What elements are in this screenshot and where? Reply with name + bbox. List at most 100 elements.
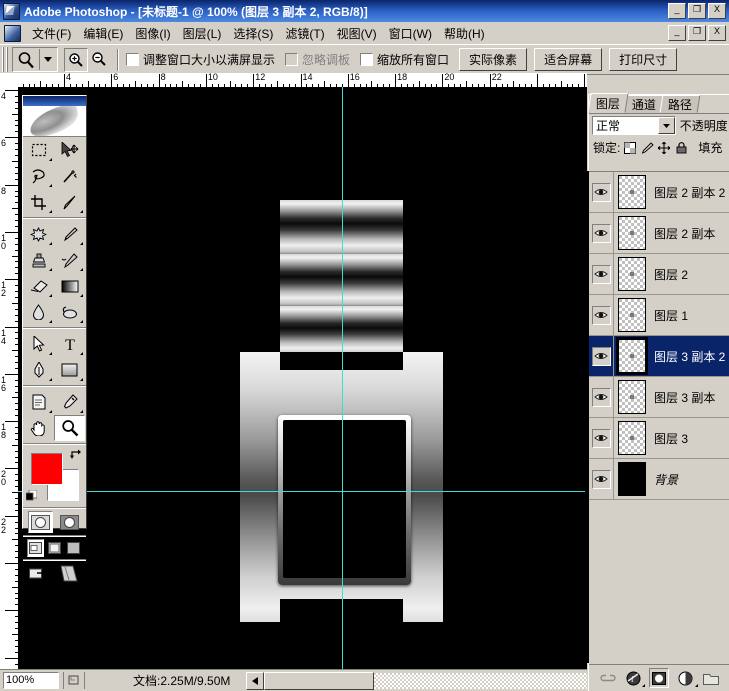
- toolbox-title-bar[interactable]: [23, 96, 86, 106]
- zoom-all-windows-checkbox[interactable]: 缩放所有窗口: [360, 51, 449, 68]
- menu-image[interactable]: 图像(I): [129, 23, 176, 44]
- minimize-button[interactable]: _: [668, 3, 686, 19]
- eye-icon[interactable]: [591, 428, 611, 448]
- resize-windows-to-fit-checkbox[interactable]: 调整窗口大小以满屏显示: [126, 51, 275, 68]
- resize-grip-icon[interactable]: [63, 671, 85, 689]
- slice-tool[interactable]: [54, 189, 85, 215]
- standard-mask-mode-button[interactable]: [27, 511, 53, 533]
- layer-thumbnail[interactable]: [618, 175, 646, 209]
- eyedropper-tool[interactable]: [54, 389, 85, 415]
- blur-tool[interactable]: [23, 299, 54, 325]
- layer-thumbnail[interactable]: [618, 257, 646, 291]
- menu-select[interactable]: 选择(S): [227, 23, 279, 44]
- marquee-tool[interactable]: [23, 137, 54, 163]
- zoom-tool[interactable]: [54, 415, 85, 441]
- fit-on-screen-button[interactable]: 适合屏幕: [534, 48, 603, 71]
- layer-row[interactable]: 背景: [589, 459, 729, 500]
- doc-minimize-button[interactable]: _: [668, 25, 686, 41]
- doc-restore-button[interactable]: ❐: [688, 25, 706, 41]
- link-layers-button[interactable]: [599, 669, 617, 687]
- default-colors-icon[interactable]: [25, 489, 38, 501]
- layer-list[interactable]: 图层 2 副本 2 图层 2 副本 图层 2 图层 1 图层 3 副本 2 图层 3 副本…: [589, 171, 729, 663]
- scrollbar-thumb[interactable]: [264, 672, 374, 690]
- canvas-area[interactable]: [18, 87, 587, 670]
- layer-row[interactable]: 图层 2 副本 2: [589, 172, 729, 213]
- menu-help[interactable]: 帮助(H): [438, 23, 491, 44]
- menu-edit[interactable]: 编辑(E): [77, 23, 129, 44]
- standard-screen-mode-button[interactable]: [27, 539, 44, 557]
- ignore-palettes-checkbox[interactable]: 忽略调板: [285, 51, 350, 68]
- document-icon[interactable]: [4, 24, 21, 42]
- lock-all-icon[interactable]: [674, 141, 688, 155]
- type-tool[interactable]: T: [54, 331, 85, 357]
- tab-channels[interactable]: 通道: [623, 95, 665, 113]
- dodge-tool[interactable]: [54, 299, 85, 325]
- tab-paths[interactable]: 路径: [659, 95, 701, 113]
- magic-wand-tool[interactable]: [54, 163, 85, 189]
- foreground-color-swatch[interactable]: [31, 453, 63, 485]
- clone-stamp-tool[interactable]: [23, 247, 54, 273]
- chevron-down-icon[interactable]: [657, 117, 675, 134]
- layer-thumbnail[interactable]: [618, 298, 646, 332]
- scrollbar-track[interactable]: [374, 673, 587, 689]
- notes-tool[interactable]: [23, 389, 54, 415]
- tab-layers[interactable]: 图层: [587, 93, 629, 113]
- vertical-ruler[interactable]: 4 6 8 10 12 14 16 18 20 22: [0, 87, 19, 670]
- pen-tool[interactable]: [23, 357, 54, 383]
- layer-thumbnail[interactable]: [618, 216, 646, 250]
- layer-thumbnail[interactable]: [618, 421, 646, 455]
- horizontal-ruler[interactable]: 4 6 8 10 12 14 16 18 20 22: [18, 73, 587, 88]
- menu-filter[interactable]: 滤镜(T): [279, 23, 330, 44]
- scroll-left-arrow-icon[interactable]: [246, 672, 264, 690]
- layer-style-button[interactable]: f: [624, 669, 646, 687]
- layer-thumbnail[interactable]: [616, 337, 648, 375]
- lasso-tool[interactable]: [23, 163, 54, 189]
- menu-file[interactable]: 文件(F): [26, 23, 77, 44]
- layer-row[interactable]: 图层 3 副本 2: [589, 336, 729, 377]
- full-screen-button[interactable]: [65, 539, 82, 557]
- imageready-button[interactable]: [56, 563, 82, 585]
- lock-position-icon[interactable]: [657, 141, 671, 155]
- layer-mask-button[interactable]: [649, 668, 670, 688]
- quick-mask-mode-button[interactable]: [57, 511, 82, 533]
- full-screen-menubar-button[interactable]: [46, 539, 63, 557]
- horizontal-scrollbar[interactable]: [246, 672, 587, 690]
- zoom-level-field[interactable]: 100%: [3, 671, 59, 689]
- path-selection-tool[interactable]: [23, 331, 54, 357]
- eye-icon[interactable]: [591, 346, 611, 366]
- healing-brush-tool[interactable]: [23, 221, 54, 247]
- eye-icon[interactable]: [591, 305, 611, 325]
- horizontal-guide[interactable]: [18, 491, 587, 492]
- ruler-corner[interactable]: [0, 73, 19, 88]
- swap-colors-icon[interactable]: [70, 449, 82, 463]
- menu-layer[interactable]: 图层(L): [177, 23, 228, 44]
- menu-window[interactable]: 窗口(W): [383, 23, 438, 44]
- options-bar-grip[interactable]: [2, 47, 9, 72]
- hand-tool[interactable]: [23, 415, 54, 441]
- layer-row[interactable]: 图层 2: [589, 254, 729, 295]
- actual-pixels-button[interactable]: 实际像素: [459, 48, 528, 71]
- vertical-guide[interactable]: [342, 87, 343, 670]
- menu-view[interactable]: 视图(V): [331, 23, 383, 44]
- layer-thumbnail[interactable]: [618, 462, 646, 496]
- layer-row[interactable]: 图层 2 副本: [589, 213, 729, 254]
- eye-icon[interactable]: [591, 223, 611, 243]
- blend-mode-select[interactable]: 正常: [592, 116, 676, 135]
- zoom-out-icon[interactable]: [88, 48, 110, 70]
- eye-icon[interactable]: [591, 182, 611, 202]
- eye-icon[interactable]: [591, 469, 611, 489]
- lock-transparent-pixels-icon[interactable]: [623, 141, 637, 155]
- layer-row[interactable]: 图层 3: [589, 418, 729, 459]
- close-button[interactable]: X: [708, 3, 726, 19]
- jump-to-imageready-button[interactable]: [27, 563, 53, 585]
- doc-close-button[interactable]: X: [708, 25, 726, 41]
- current-tool-preset[interactable]: [12, 47, 58, 72]
- zoom-in-icon[interactable]: [64, 47, 88, 72]
- layer-thumbnail[interactable]: [618, 380, 646, 414]
- eye-icon[interactable]: [591, 387, 611, 407]
- move-tool[interactable]: [54, 137, 85, 163]
- shape-tool[interactable]: [54, 357, 85, 383]
- crop-tool[interactable]: [23, 189, 54, 215]
- new-group-button[interactable]: [702, 669, 720, 687]
- eye-icon[interactable]: [591, 264, 611, 284]
